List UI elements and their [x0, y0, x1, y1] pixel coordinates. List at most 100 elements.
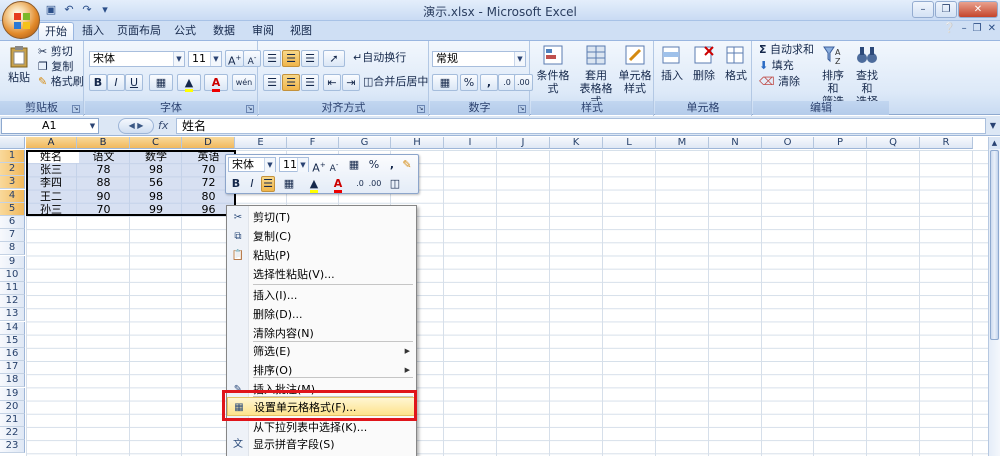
- column-header-e[interactable]: E: [235, 137, 287, 149]
- select-all-corner[interactable]: [0, 137, 25, 149]
- row-header-11[interactable]: 11: [0, 282, 25, 295]
- column-header-g[interactable]: G: [339, 137, 391, 149]
- cell-c5[interactable]: 99: [130, 203, 182, 216]
- menu-item-5[interactable]: 删除(D)...: [227, 305, 416, 324]
- italic-button[interactable]: I: [107, 74, 125, 91]
- mini-decrease-decimal-button[interactable]: .00: [368, 176, 382, 192]
- column-header-h[interactable]: H: [391, 137, 444, 149]
- close-button[interactable]: ✕: [958, 1, 998, 18]
- bold-button[interactable]: B: [89, 74, 107, 91]
- cell-c2[interactable]: 98: [130, 163, 182, 176]
- mini-shrink-font-button[interactable]: A-: [327, 157, 341, 174]
- align-right-button[interactable]: ☰: [301, 74, 319, 91]
- cell-b2[interactable]: 78: [77, 163, 130, 176]
- mini-comma-button[interactable]: ,: [385, 157, 399, 173]
- copy-button[interactable]: ❐ 复制: [38, 60, 73, 74]
- row-header-12[interactable]: 12: [0, 295, 25, 309]
- cell-b5[interactable]: 70: [77, 203, 130, 216]
- cell-b1[interactable]: 语文: [77, 150, 130, 163]
- menu-item-1[interactable]: ⧉ 复制(C): [227, 227, 416, 246]
- tab-home[interactable]: 开始: [38, 22, 74, 40]
- row-header-16[interactable]: 16: [0, 348, 25, 361]
- ribbon-close-icon[interactable]: ✕: [988, 23, 996, 34]
- scroll-thumb[interactable]: [990, 150, 999, 340]
- borders-button[interactable]: ▦: [149, 74, 173, 91]
- insert-function-button[interactable]: fx: [158, 118, 174, 134]
- cell-b4[interactable]: 90: [77, 190, 130, 203]
- restore-button[interactable]: ❐: [935, 1, 957, 18]
- number-launcher[interactable]: ↘: [518, 105, 526, 113]
- mini-fill-color-button[interactable]: ▲: [303, 176, 325, 193]
- mini-italic-button[interactable]: I: [245, 176, 259, 192]
- menu-item-7[interactable]: 筛选(E) ▶: [227, 342, 416, 361]
- cell-a5[interactable]: 孙三: [26, 203, 77, 216]
- row-header-22[interactable]: 22: [0, 427, 25, 441]
- menu-item-3[interactable]: 选择性粘贴(V)...: [227, 265, 416, 284]
- mini-font-size-combo[interactable]: 11 ▼: [279, 157, 309, 172]
- decrease-indent-button[interactable]: ⇤: [323, 74, 341, 91]
- font-size-combo[interactable]: 11 ▼: [188, 51, 222, 67]
- conditional-format-button[interactable]: 条件格式: [533, 43, 573, 95]
- row-header-8[interactable]: 8: [0, 242, 25, 256]
- mini-format-painter-button[interactable]: ✎: [400, 157, 414, 173]
- menu-item-2[interactable]: 📋 粘贴(P): [227, 246, 416, 265]
- row-header-18[interactable]: 18: [0, 374, 25, 388]
- row-header-5[interactable]: 5: [0, 202, 25, 216]
- row-header-7[interactable]: 7: [0, 229, 25, 243]
- tab-page-layout[interactable]: 页面布局: [114, 22, 164, 40]
- row-header-9[interactable]: 9: [0, 255, 25, 269]
- align-left-button[interactable]: ☰: [263, 74, 281, 91]
- mini-bold-button[interactable]: B: [229, 176, 243, 192]
- row-header-15[interactable]: 15: [0, 334, 25, 348]
- wrap-text-button[interactable]: ↵自动换行: [353, 51, 406, 65]
- expand-formula-bar-icon[interactable]: ▼: [987, 118, 999, 134]
- column-header-d[interactable]: D: [182, 137, 235, 149]
- mini-increase-decimal-button[interactable]: .0: [353, 176, 367, 192]
- mini-font-color-button[interactable]: A: [328, 176, 348, 193]
- menu-item-0[interactable]: ✂ 剪切(T): [227, 208, 416, 227]
- tab-insert[interactable]: 插入: [78, 22, 108, 40]
- cell-a4[interactable]: 王二: [26, 190, 77, 203]
- row-header-2[interactable]: 2: [0, 163, 25, 177]
- cell-a1[interactable]: 姓名: [26, 150, 77, 163]
- percent-button[interactable]: %: [460, 74, 478, 91]
- find-select-button[interactable]: 查找和选择: [851, 43, 883, 108]
- sort-filter-button[interactable]: AZ 排序和筛选: [817, 43, 849, 108]
- column-header-i[interactable]: I: [444, 137, 497, 149]
- cell-c4[interactable]: 98: [130, 190, 182, 203]
- mini-grow-font-button[interactable]: A+: [312, 157, 326, 175]
- row-header-14[interactable]: 14: [0, 321, 25, 335]
- cell-c1[interactable]: 数学: [130, 150, 182, 163]
- align-top-button[interactable]: ☰: [263, 50, 281, 67]
- row-header-4[interactable]: 4: [0, 189, 25, 203]
- column-header-b[interactable]: B: [77, 137, 130, 149]
- delete-cells-button[interactable]: 删除: [689, 43, 719, 82]
- column-header-m[interactable]: M: [656, 137, 709, 149]
- column-header-p[interactable]: P: [814, 137, 867, 149]
- font-name-combo[interactable]: 宋体 ▼: [89, 51, 185, 67]
- row-header-19[interactable]: 19: [0, 387, 25, 401]
- column-header-j[interactable]: J: [497, 137, 550, 149]
- column-header-r[interactable]: R: [920, 137, 973, 149]
- clipboard-launcher[interactable]: ↘: [72, 105, 80, 113]
- decrease-decimal-button[interactable]: .00: [514, 74, 533, 91]
- font-launcher[interactable]: ↘: [246, 105, 254, 113]
- menu-item-4[interactable]: 插入(I)...: [227, 286, 416, 305]
- formula-input[interactable]: 姓名: [176, 118, 986, 134]
- row-header-10[interactable]: 10: [0, 268, 25, 282]
- align-center-button[interactable]: ☰: [282, 74, 300, 91]
- mini-merge-button[interactable]: ◫: [386, 176, 404, 192]
- cell-a2[interactable]: 张三: [26, 163, 77, 176]
- help-icon[interactable]: ❔: [943, 23, 955, 34]
- paste-button[interactable]: 粘贴: [4, 45, 34, 84]
- cell-b3[interactable]: 88: [77, 176, 130, 189]
- scroll-up-icon[interactable]: ▲: [989, 137, 1000, 149]
- vertical-scrollbar[interactable]: ▲: [988, 137, 1000, 456]
- tab-data[interactable]: 数据: [209, 22, 239, 40]
- mini-percent-button[interactable]: %: [367, 157, 381, 173]
- mini-font-name-combo[interactable]: 宋体 ▼: [228, 157, 276, 172]
- row-header-17[interactable]: 17: [0, 361, 25, 375]
- row-header-23[interactable]: 23: [0, 440, 25, 454]
- currency-button[interactable]: ▦: [432, 74, 458, 91]
- mini-center-button[interactable]: ☰: [261, 176, 275, 192]
